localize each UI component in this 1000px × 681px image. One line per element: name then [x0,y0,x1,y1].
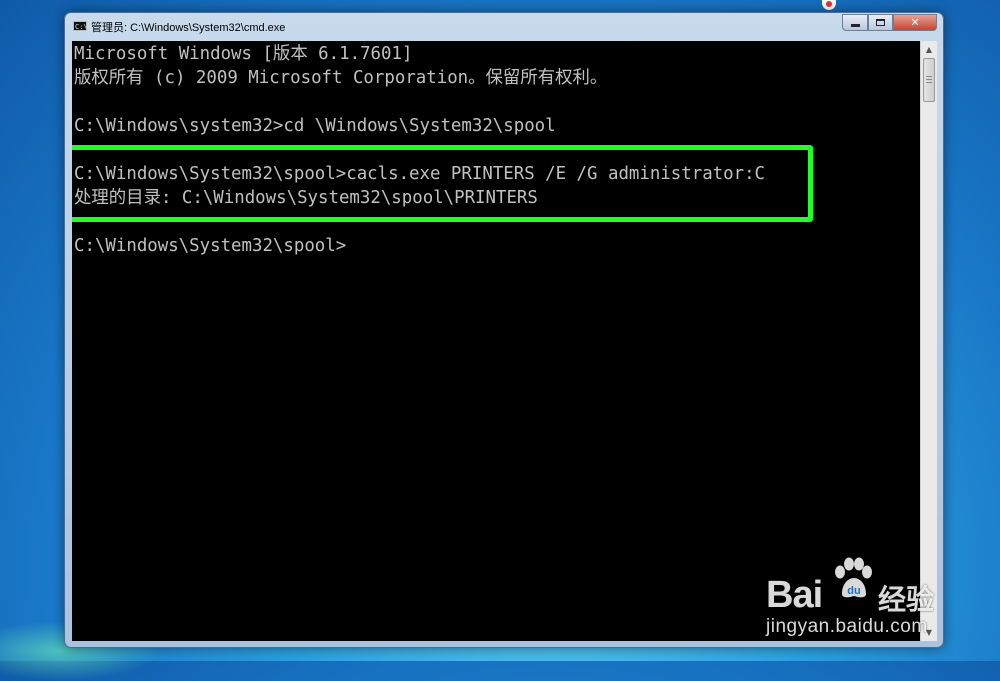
title-bar[interactable]: C:\ 管理员: C:\Windows\System32\cmd.exe ✕ [65,13,943,41]
vertical-scrollbar[interactable]: ▲ ▼ [920,41,937,641]
cmd-icon[interactable]: C:\ [73,21,87,31]
baidu-paw-icon: du [835,557,872,598]
taskbar-app-icon[interactable] [822,0,836,10]
watermark-url: jingyan.baidu.com [766,616,928,637]
svg-text:du: du [847,585,860,597]
watermark-jingyan: 经验 [878,583,935,616]
minimize-button[interactable] [842,14,868,31]
close-icon: ✕ [910,16,920,29]
watermark-logo: Bai [766,574,823,616]
close-button[interactable]: ✕ [893,14,937,31]
minimize-icon [850,24,860,27]
highlight-box [72,145,813,222]
window-title: 管理员: C:\Windows\System32\cmd.exe [91,22,286,34]
console-output[interactable]: Microsoft Windows [版本 6.1.7601] 版权所有 (c)… [72,41,920,641]
grip-line [926,79,932,80]
window-controls: ✕ [842,14,937,32]
console-line: 版权所有 (c) 2009 Microsoft Corporation。保留所有… [74,68,608,88]
console-line: C:\Windows\system32>cd \Windows\System32… [74,116,556,136]
console-prompt: C:\Windows\System32\spool> [74,236,347,256]
scroll-thumb[interactable] [923,58,935,102]
maximize-icon [876,19,885,26]
baidu-jingyan-watermark: Bai du 经验 jingyan.baidu.com [766,556,956,646]
console-line: Microsoft Windows [版本 6.1.7601] [74,44,413,64]
grip-line [926,76,932,77]
cmd-window[interactable]: C:\ 管理员: C:\Windows\System32\cmd.exe ✕ M… [64,12,944,648]
scroll-up-arrow-icon[interactable]: ▲ [921,41,937,58]
grip-line [926,82,932,83]
maximize-button[interactable] [868,14,893,31]
